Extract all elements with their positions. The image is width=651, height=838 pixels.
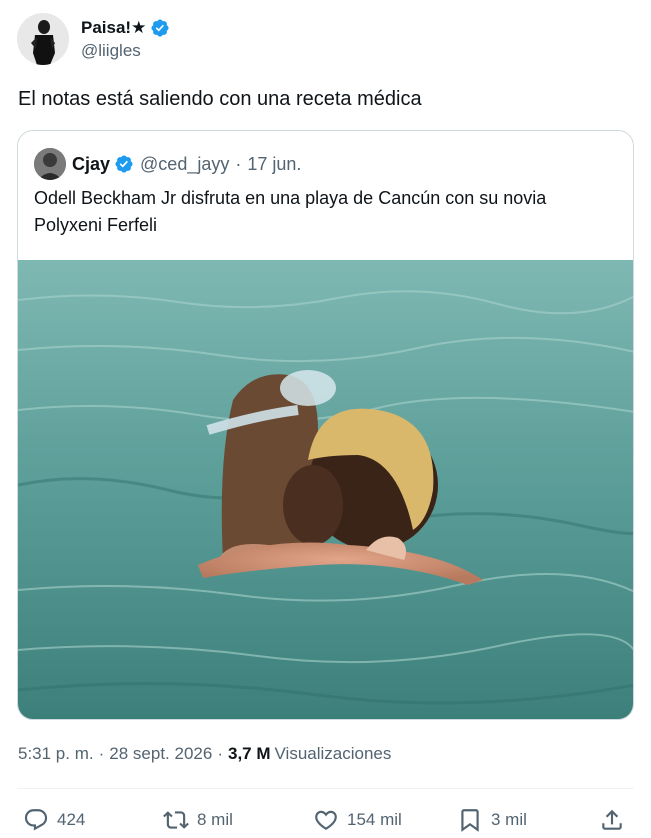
share-icon bbox=[602, 809, 622, 830]
retweet-icon bbox=[163, 811, 189, 829]
retweet-count: 8 mil bbox=[197, 810, 233, 829]
action-bar: 424 8 mil 154 mil 3 mil bbox=[17, 804, 634, 838]
bookmark-icon bbox=[461, 809, 479, 832]
bookmark-button[interactable]: 3 mil bbox=[457, 804, 527, 836]
retweet-button[interactable]: 8 mil bbox=[163, 804, 233, 836]
author-name[interactable]: Paisa!★ bbox=[81, 17, 146, 39]
quoted-date-separator: · bbox=[235, 153, 242, 174]
author-avatar[interactable] bbox=[17, 13, 69, 65]
divider bbox=[17, 788, 634, 789]
quoted-text: Odell Beckham Jr disfruta en una playa d… bbox=[34, 188, 547, 235]
verified-badge-icon bbox=[151, 18, 169, 37]
like-count: 154 mil bbox=[347, 810, 402, 829]
views-count: 3,7 M bbox=[227, 744, 271, 763]
like-icon bbox=[315, 810, 337, 830]
like-button[interactable]: 154 mil bbox=[313, 804, 402, 836]
quoted-photo[interactable] bbox=[18, 260, 634, 720]
quoted-tweet[interactable]: Cjay @ced_jayy · 17 jun. Odell Beckham J… bbox=[17, 130, 634, 720]
quoted-author-avatar bbox=[34, 148, 66, 180]
meta-separator: · bbox=[217, 744, 223, 763]
bookmark-count: 3 mil bbox=[491, 810, 527, 829]
quoted-author-handle: @ced_jayy bbox=[140, 153, 230, 174]
reply-count: 424 bbox=[57, 810, 86, 829]
tweet-header: Paisa!★ @liigles bbox=[17, 12, 170, 66]
author-handle[interactable]: @liigles bbox=[81, 40, 170, 62]
tweet-time[interactable]: 5:31 p. m. bbox=[18, 744, 94, 764]
tweet-date[interactable]: 28 sept. 2026 bbox=[109, 744, 212, 764]
verified-badge-icon bbox=[115, 155, 133, 173]
tweet-meta: 5:31 p. m. · 28 sept. 2026 · 3,7 M Visua… bbox=[18, 743, 391, 765]
quoted-author-name: Cjay bbox=[72, 153, 111, 174]
share-button[interactable] bbox=[599, 804, 625, 836]
quoted-date: 17 jun. bbox=[247, 153, 302, 174]
reply-icon bbox=[24, 809, 48, 831]
views-label: Visualizaciones bbox=[274, 744, 392, 763]
tweet-text: El notas está saliendo con una receta mé… bbox=[18, 88, 422, 110]
reply-button[interactable]: 424 bbox=[23, 804, 85, 836]
meta-separator: · bbox=[98, 744, 105, 763]
